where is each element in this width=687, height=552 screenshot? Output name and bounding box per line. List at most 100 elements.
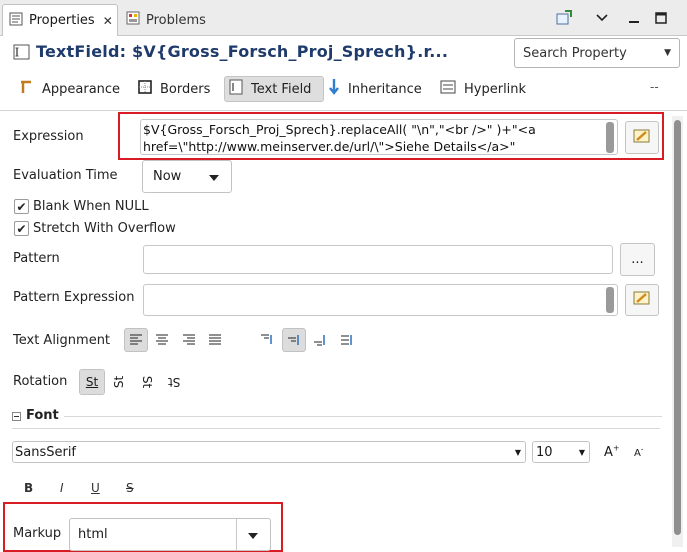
checkmark-icon: ✔ bbox=[14, 221, 29, 236]
expression-editor-button[interactable] bbox=[625, 121, 659, 154]
tab-properties-label: Properties bbox=[29, 13, 95, 28]
maximize-icon[interactable] bbox=[651, 8, 671, 28]
properties-icon bbox=[9, 12, 23, 30]
font-size-select[interactable]: 10 ▼ bbox=[532, 441, 590, 463]
valign-middle-icon bbox=[288, 335, 299, 345]
section-tab-label: Hyperlink bbox=[464, 81, 527, 97]
stretch-with-overflow-label: Stretch With Overflow bbox=[33, 221, 176, 236]
blank-when-null-checkbox[interactable]: ✔ Blank When NULL bbox=[14, 199, 149, 214]
pattern-expression-editor-button[interactable] bbox=[625, 284, 659, 316]
section-tab-appearance[interactable]: Appearance bbox=[14, 76, 132, 102]
pattern-label: Pattern bbox=[13, 251, 60, 266]
strikethrough-button[interactable]: S bbox=[126, 481, 134, 495]
markup-value: html bbox=[78, 527, 108, 542]
divider bbox=[12, 428, 660, 429]
section-tab-inheritance[interactable]: Inheritance bbox=[324, 76, 432, 102]
rotation-right-icon: St bbox=[139, 375, 154, 389]
section-tab-hyperlink[interactable]: Hyperlink bbox=[436, 76, 536, 102]
hyperlink-icon bbox=[440, 80, 456, 98]
evaluation-time-select[interactable]: Now bbox=[142, 160, 232, 193]
font-family-value: SansSerif bbox=[15, 444, 77, 460]
pattern-browse-button[interactable]: ... bbox=[620, 243, 655, 276]
tab-properties[interactable]: Properties ✕ bbox=[2, 4, 118, 36]
search-property-combo[interactable]: Search Property ▼ bbox=[514, 38, 680, 68]
minimize-icon[interactable] bbox=[624, 8, 644, 28]
font-increase-icon: A+ bbox=[604, 444, 620, 461]
align-right-button[interactable] bbox=[177, 328, 201, 352]
valign-justify-icon bbox=[341, 335, 352, 345]
section-tab-text-field[interactable]: Text Field bbox=[224, 76, 324, 102]
valign-justify-button[interactable] bbox=[335, 328, 359, 352]
font-section-label: Font bbox=[26, 408, 59, 423]
font-decrease-icon: A- bbox=[634, 446, 644, 460]
section-tab-label: Text Field bbox=[251, 81, 312, 97]
underline-button[interactable]: U bbox=[91, 481, 100, 495]
align-justify-button[interactable] bbox=[203, 328, 227, 352]
chevron-down-icon: ▼ bbox=[514, 448, 521, 457]
borders-icon bbox=[138, 80, 152, 98]
divider bbox=[236, 519, 237, 550]
rotation-label: Rotation bbox=[13, 374, 68, 389]
search-property-label: Search Property bbox=[523, 45, 627, 61]
collapse-icon[interactable] bbox=[12, 412, 21, 421]
chevron-down-icon: ▼ bbox=[578, 448, 585, 457]
markup-select[interactable]: html bbox=[69, 518, 271, 551]
align-left-icon bbox=[130, 334, 142, 345]
pattern-input[interactable] bbox=[143, 245, 613, 274]
chevron-down-icon bbox=[209, 175, 219, 181]
markup-label: Markup bbox=[13, 526, 62, 541]
align-center-button[interactable] bbox=[150, 328, 174, 352]
edit-expression-icon bbox=[633, 290, 651, 310]
textfield-element-icon bbox=[13, 43, 31, 65]
font-decrease-button[interactable]: A- bbox=[634, 446, 643, 459]
stretch-with-overflow-checkbox[interactable]: ✔ Stretch With Overflow bbox=[14, 221, 176, 236]
section-tab-label: Borders bbox=[160, 81, 211, 97]
view-menu-icon[interactable] bbox=[592, 8, 612, 28]
close-icon[interactable]: ✕ bbox=[103, 14, 113, 28]
pattern-expression-label: Pattern Expression bbox=[13, 290, 135, 305]
expression-label: Expression bbox=[13, 129, 84, 144]
blank-when-null-label: Blank When NULL bbox=[33, 199, 149, 214]
evaluation-time-label: Evaluation Time bbox=[13, 168, 118, 183]
tab-problems[interactable]: Problems bbox=[120, 4, 230, 36]
page-title: TextField: $V{Gross_Forsch_Proj_Sprech}.… bbox=[36, 42, 449, 61]
problems-icon bbox=[126, 11, 140, 29]
appearance-icon bbox=[18, 79, 34, 99]
pin-view-icon[interactable] bbox=[554, 8, 574, 28]
align-center-icon bbox=[156, 334, 168, 345]
italic-button[interactable]: I bbox=[60, 481, 64, 495]
pattern-expression-scrollbar[interactable] bbox=[606, 287, 614, 313]
rotation-upside-down-button[interactable]: St bbox=[161, 369, 187, 395]
valign-top-icon bbox=[261, 334, 272, 344]
align-left-button[interactable] bbox=[124, 328, 148, 352]
expression-highlight bbox=[118, 112, 664, 160]
valign-bottom-icon bbox=[314, 335, 325, 346]
pattern-expression-field[interactable] bbox=[143, 284, 618, 316]
rotation-left-icon: St bbox=[111, 375, 126, 389]
text-field-icon bbox=[229, 79, 243, 99]
rotation-none-button[interactable]: St bbox=[79, 369, 105, 395]
tab-problems-label: Problems bbox=[146, 12, 206, 28]
evaluation-time-value: Now bbox=[153, 169, 182, 184]
edit-expression-icon bbox=[633, 128, 651, 148]
section-tab-borders[interactable]: Borders bbox=[134, 76, 220, 102]
text-alignment-label: Text Alignment bbox=[13, 333, 111, 348]
inheritance-icon bbox=[328, 78, 340, 100]
valign-middle-button[interactable] bbox=[282, 328, 306, 352]
chevron-down-icon: ▼ bbox=[664, 48, 671, 58]
font-increase-button[interactable]: A+ bbox=[604, 444, 620, 460]
bold-button[interactable]: B bbox=[24, 481, 33, 495]
rotation-none-icon: St bbox=[85, 375, 99, 389]
font-family-select[interactable]: SansSerif ▼ bbox=[12, 441, 526, 463]
section-tab-label: Appearance bbox=[42, 81, 121, 97]
main-scrollbar-thumb[interactable] bbox=[674, 120, 681, 535]
align-right-icon bbox=[183, 334, 195, 345]
rotation-left-button[interactable]: St bbox=[106, 369, 132, 395]
checkmark-icon: ✔ bbox=[14, 199, 29, 214]
valign-top-button[interactable] bbox=[255, 328, 279, 352]
section-tab-label: Inheritance bbox=[348, 81, 422, 97]
valign-bottom-button[interactable] bbox=[308, 328, 332, 352]
rotation-right-button[interactable]: St bbox=[134, 369, 160, 395]
more-sections-indicator[interactable]: -- bbox=[650, 80, 659, 94]
rotation-upside-down-icon: St bbox=[167, 375, 181, 389]
